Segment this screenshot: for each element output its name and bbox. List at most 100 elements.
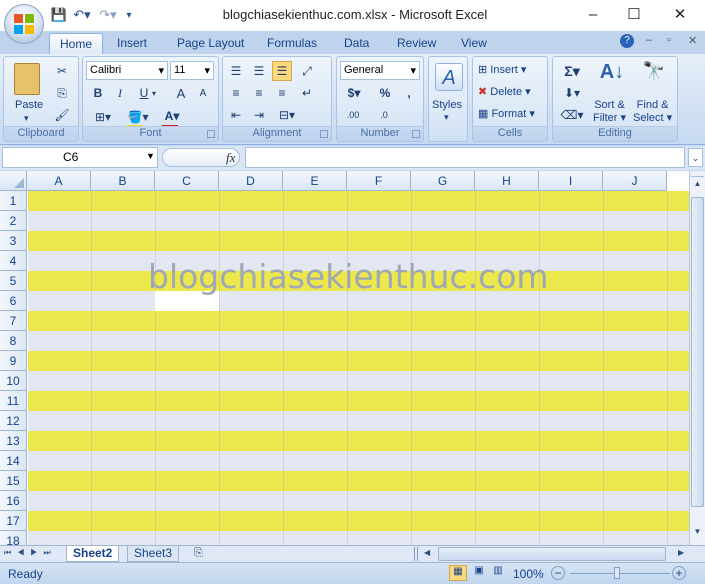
align-bottom-icon[interactable]: ☰: [272, 61, 292, 81]
find-select-button[interactable]: Find & Select ▾: [633, 99, 672, 125]
align-top-icon[interactable]: ☰: [226, 61, 246, 81]
font-dialog-launcher[interactable]: [207, 130, 215, 138]
ribbon-restore-icon[interactable]: ▫: [667, 34, 671, 46]
bold-button[interactable]: B: [88, 83, 108, 103]
tab-page-layout[interactable]: Page Layout: [167, 33, 254, 54]
number-format-select[interactable]: General ▾: [340, 61, 420, 80]
styles-dropdown-icon[interactable]: ▾: [444, 112, 449, 123]
row-header-16[interactable]: 16: [0, 491, 27, 511]
merge-center-icon[interactable]: ⊟▾: [272, 105, 302, 125]
scroll-down-icon[interactable]: ▼: [691, 527, 704, 543]
paste-button[interactable]: Paste: [15, 99, 43, 111]
column-header-d[interactable]: D: [219, 171, 283, 191]
column-header-e[interactable]: E: [283, 171, 347, 191]
comma-button[interactable]: ,: [399, 83, 419, 103]
sheet-tab-sheet2[interactable]: Sheet2: [66, 546, 120, 562]
row-header-5[interactable]: 5: [0, 271, 27, 291]
styles-icon[interactable]: A: [435, 63, 463, 91]
horizontal-scroll-thumb[interactable]: [438, 547, 666, 561]
ribbon-minimize-icon[interactable]: –: [646, 34, 652, 46]
tab-view[interactable]: View: [451, 33, 497, 54]
column-header-h[interactable]: H: [475, 171, 539, 191]
vertical-scroll-thumb[interactable]: [691, 197, 704, 507]
column-header-a[interactable]: A: [27, 171, 91, 191]
shrink-font-button[interactable]: A: [193, 83, 213, 103]
number-dialog-launcher[interactable]: [412, 130, 420, 138]
underline-dropdown-icon[interactable]: ▾: [149, 83, 159, 103]
row-header-1[interactable]: 1: [0, 191, 27, 211]
split-box[interactable]: [691, 171, 704, 177]
tab-data[interactable]: Data: [334, 33, 379, 54]
fill-color-icon[interactable]: 🪣▾: [123, 107, 153, 127]
align-middle-icon[interactable]: ☰: [249, 61, 269, 81]
zoom-in-icon[interactable]: +: [672, 566, 686, 580]
zoom-slider-thumb[interactable]: [614, 567, 620, 579]
align-center-icon[interactable]: ≡: [249, 83, 269, 103]
name-box[interactable]: C6: [2, 147, 158, 168]
format-painter-icon[interactable]: 🖌: [52, 105, 72, 125]
column-header-c[interactable]: C: [155, 171, 219, 191]
column-header-b[interactable]: B: [91, 171, 155, 191]
row-header-18[interactable]: 18: [0, 531, 27, 545]
font-color-icon[interactable]: A ▾: [159, 106, 185, 126]
grow-font-button[interactable]: A: [171, 83, 191, 103]
tab-split-handle[interactable]: [414, 547, 418, 561]
workbook-close-icon[interactable]: ✕: [688, 34, 697, 47]
row-header-11[interactable]: 11: [0, 391, 27, 411]
zoom-level[interactable]: 100%: [513, 567, 544, 581]
format-cells-button[interactable]: ▦ Format ▾: [478, 107, 535, 120]
row-header-10[interactable]: 10: [0, 371, 27, 391]
decrease-indent-icon[interactable]: ⇤: [226, 105, 246, 125]
tab-review[interactable]: Review: [387, 33, 446, 54]
maximize-button[interactable]: ☐: [614, 2, 654, 26]
paste-dropdown-icon[interactable]: ▾: [24, 113, 29, 124]
paste-icon[interactable]: [14, 63, 40, 95]
autosum-button[interactable]: Σ ▾: [557, 61, 587, 81]
select-all-button[interactable]: [0, 171, 27, 191]
customize-qat-icon[interactable]: ▾: [122, 6, 136, 24]
column-header-g[interactable]: G: [411, 171, 475, 191]
styles-button[interactable]: Styles: [432, 99, 462, 111]
scroll-up-icon[interactable]: ▲: [691, 179, 704, 195]
row-header-7[interactable]: 7: [0, 311, 27, 331]
column-header-f[interactable]: F: [347, 171, 411, 191]
cut-icon[interactable]: ✂: [52, 61, 72, 81]
font-size-select[interactable]: 11 ▾: [170, 61, 214, 80]
scroll-left-icon[interactable]: ◀: [424, 548, 430, 557]
borders-icon[interactable]: ⊞▾: [88, 107, 118, 127]
row-header-12[interactable]: 12: [0, 411, 27, 431]
delete-cells-button[interactable]: ✖ Delete ▾: [478, 85, 531, 98]
decrease-decimal-icon[interactable]: .0: [371, 105, 397, 125]
minimize-button[interactable]: –: [573, 2, 613, 26]
insert-function-button[interactable]: fx: [226, 150, 235, 166]
sort-filter-icon[interactable]: A↓: [597, 61, 627, 91]
insert-cells-button[interactable]: ⊞ Insert ▾: [478, 63, 526, 76]
vertical-scrollbar[interactable]: ▲ ▼: [689, 171, 705, 545]
column-header-j[interactable]: J: [603, 171, 667, 191]
align-right-icon[interactable]: ≡: [272, 83, 292, 103]
formula-input[interactable]: [245, 147, 685, 168]
row-header-17[interactable]: 17: [0, 511, 27, 531]
currency-button[interactable]: $ ▾: [340, 83, 368, 103]
tab-home[interactable]: Home: [49, 33, 104, 54]
row-header-2[interactable]: 2: [0, 211, 27, 231]
page-break-preview-icon[interactable]: ▥: [489, 565, 507, 581]
row-header-9[interactable]: 9: [0, 351, 27, 371]
worksheet-grid[interactable]: ABCDEFGHIJ 1 2 3 4 5 6 7 8 9 10 11 12 13 14 15 16 17 18: [0, 171, 689, 545]
sort-filter-button[interactable]: Sort & Filter ▾: [593, 99, 626, 125]
sheet-tab-sheet3[interactable]: Sheet3: [127, 546, 180, 562]
name-box-dropdown-icon[interactable]: ▼: [146, 151, 155, 161]
column-header-i[interactable]: I: [539, 171, 603, 191]
page-layout-view-icon[interactable]: ▣: [470, 565, 488, 581]
percent-button[interactable]: %: [375, 83, 395, 103]
row-header-3[interactable]: 3: [0, 231, 27, 251]
wrap-text-icon[interactable]: ↵: [297, 83, 317, 103]
fill-icon[interactable]: ⬇▾: [557, 83, 587, 103]
orientation-icon[interactable]: ⤢: [297, 61, 317, 81]
row-header-4[interactable]: 4: [0, 251, 27, 271]
insert-sheet-icon[interactable]: ⎘: [194, 547, 203, 560]
tab-insert[interactable]: Insert: [107, 33, 157, 54]
increase-decimal-button[interactable]: .00: [340, 105, 366, 125]
italic-button[interactable]: I: [110, 83, 130, 103]
clear-icon[interactable]: ⌫▾: [557, 105, 587, 125]
